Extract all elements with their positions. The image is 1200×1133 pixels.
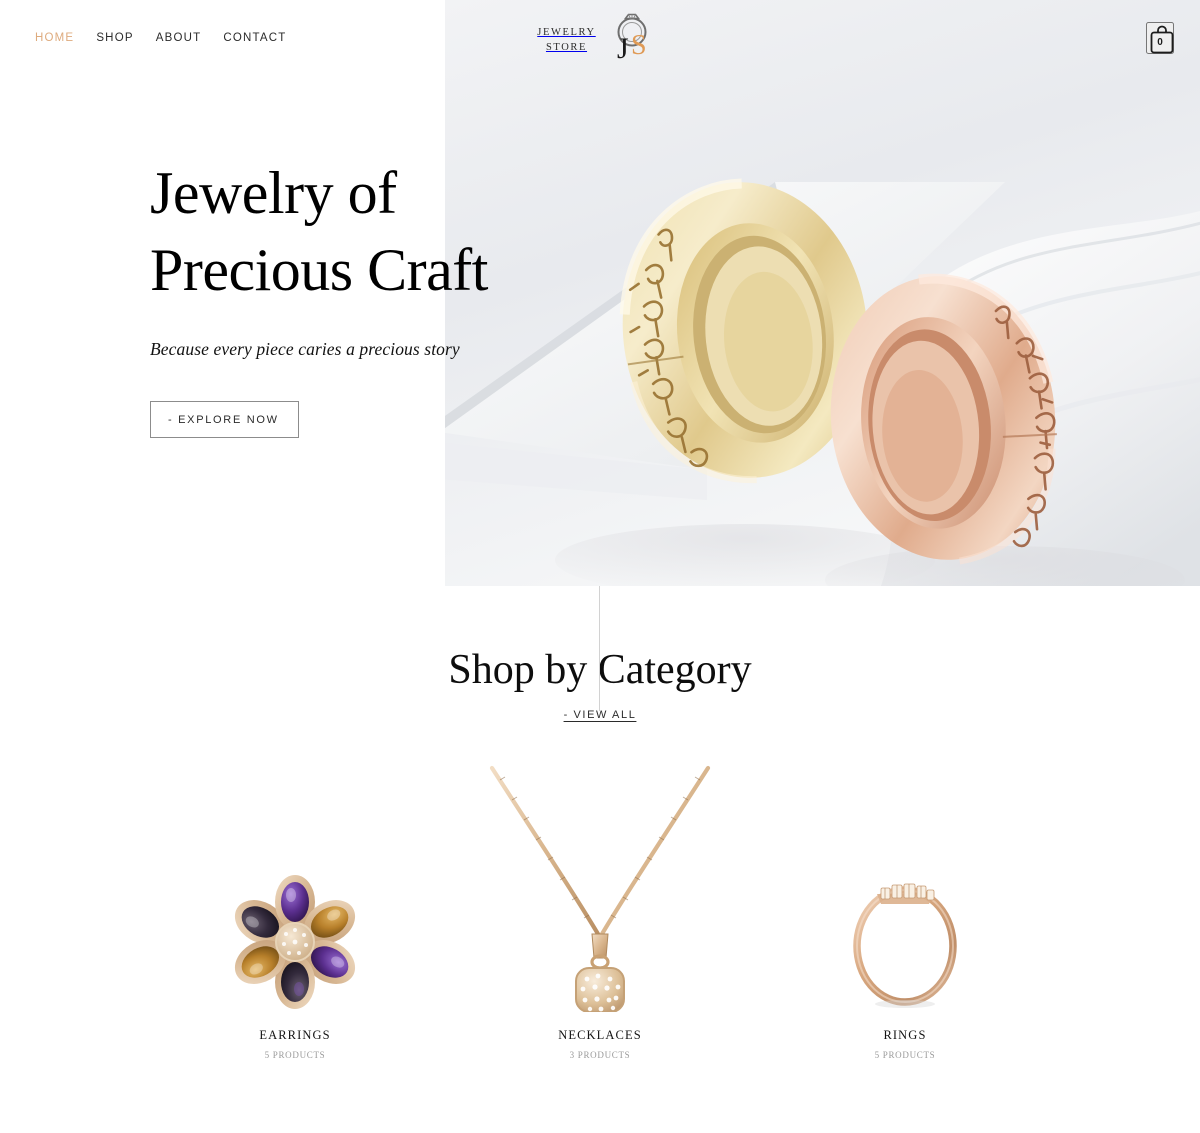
category-product-count: 3 PRODUCTS	[569, 1050, 631, 1060]
cart-button[interactable]: 0	[1146, 22, 1174, 54]
hero-section: Jewelry of Precious Craft Because every …	[0, 0, 1200, 586]
page-title: Jewelry of Precious Craft	[150, 155, 570, 309]
category-name: EARRINGS	[259, 1028, 331, 1042]
category-image-earrings	[143, 757, 448, 1012]
hero-title-line-1: Jewelry of	[150, 160, 397, 226]
hero-copy: Jewelry of Precious Craft Because every …	[150, 155, 570, 438]
category-image-rings	[753, 757, 1058, 1012]
category-name: NECKLACES	[558, 1028, 642, 1042]
section-title: Shop by Category	[448, 647, 752, 693]
nav-link-about[interactable]: ABOUT	[156, 32, 202, 44]
category-grid: EARRINGS 5 PRODUCTS NECKLACES 3 PRODUCTS…	[0, 757, 1200, 1060]
logo-line-1: JEWELRY	[537, 26, 596, 38]
explore-now-button[interactable]: - EXPLORE NOW	[150, 400, 299, 438]
logo-line-2: STORE	[545, 42, 588, 53]
shop-by-category-section: Shop by Category - VIEW ALL EARRINGS 5 P…	[0, 586, 1200, 1060]
category-image-necklaces	[448, 757, 753, 1012]
nav-link-contact[interactable]: CONTACT	[223, 32, 286, 44]
svg-text:J: J	[617, 32, 629, 65]
hero-title-line-2: Precious Craft	[150, 236, 488, 303]
svg-text:S: S	[631, 30, 647, 61]
site-logo[interactable]: JEWELRY STORE J S	[500, 6, 700, 68]
category-card-rings[interactable]: RINGS 5 PRODUCTS	[753, 757, 1058, 1060]
category-product-count: 5 PRODUCTS	[264, 1050, 326, 1060]
category-card-necklaces[interactable]: NECKLACES 3 PRODUCTS	[448, 757, 753, 1060]
logo-wordmark: JEWELRY STORE	[537, 19, 595, 55]
shopping-bag-icon	[1150, 25, 1174, 54]
category-name: RINGS	[883, 1028, 927, 1042]
nav-link-home[interactable]: HOME	[35, 32, 74, 44]
main-navigation: HOME SHOP ABOUT CONTACT	[35, 32, 286, 44]
nav-link-shop[interactable]: SHOP	[96, 32, 133, 44]
ring-icon: J S	[601, 6, 663, 68]
category-card-earrings[interactable]: EARRINGS 5 PRODUCTS	[143, 757, 448, 1060]
hero-subtitle: Because every piece caries a precious st…	[150, 338, 460, 359]
category-product-count: 5 PRODUCTS	[874, 1050, 936, 1060]
site-header: HOME SHOP ABOUT CONTACT JEWELRY STORE J …	[0, 0, 1200, 76]
vertical-divider	[599, 586, 600, 711]
